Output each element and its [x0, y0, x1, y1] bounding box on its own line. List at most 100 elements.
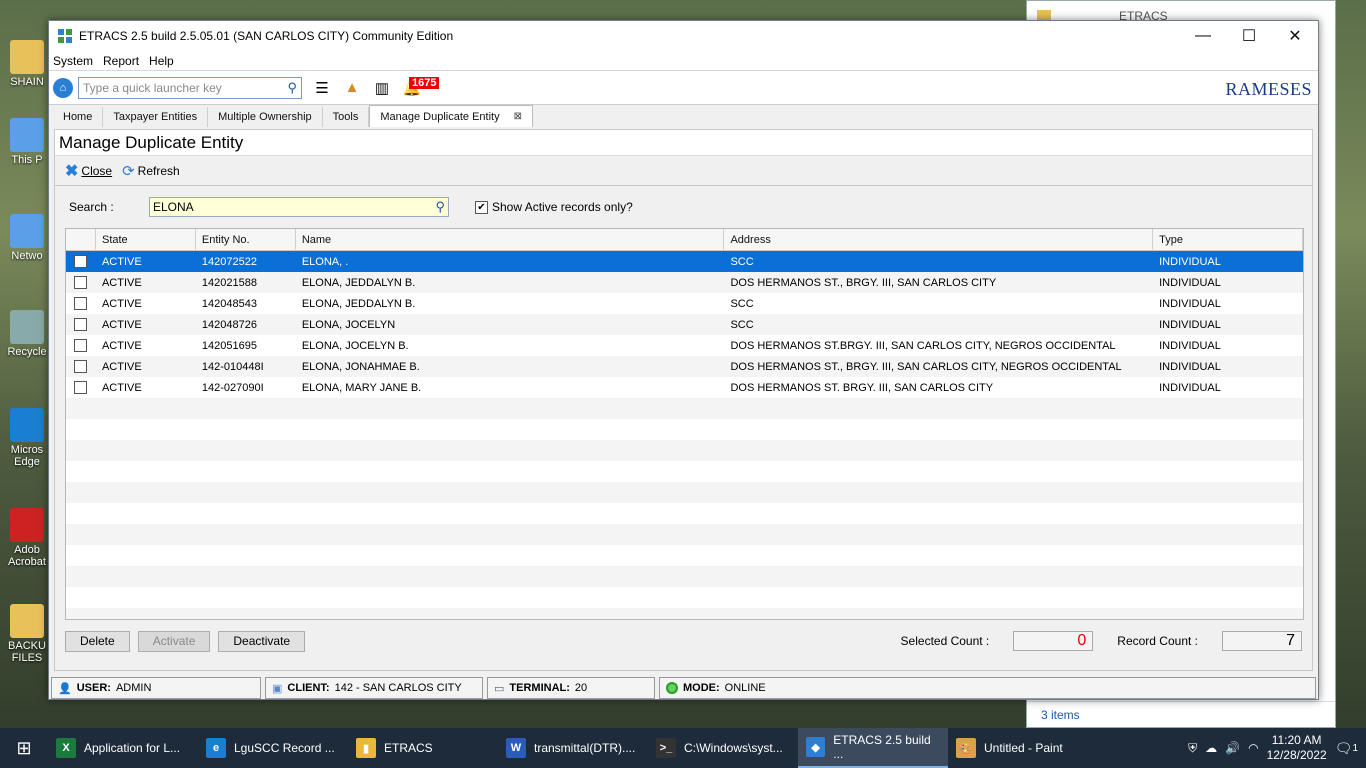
- notification-badge[interactable]: 1675: [409, 77, 440, 89]
- barcode-icon[interactable]: ▥: [372, 79, 392, 97]
- cell-state: ACTIVE: [101, 381, 142, 394]
- shield-icon[interactable]: ⛨: [1188, 741, 1197, 756]
- desktop-icon-label: Adob Acrobat: [8, 544, 46, 568]
- list-icon[interactable]: ☰: [312, 79, 332, 97]
- notification-center-count: 1: [1352, 742, 1358, 754]
- title-bar[interactable]: ETRACS 2.5 build 2.5.05.01 (SAN CARLOS C…: [49, 21, 1318, 51]
- row-select-checkbox[interactable]: [66, 255, 96, 268]
- desktop-icon[interactable]: SHAIN: [4, 40, 50, 88]
- cell-name: ELONA, JOCELYN B.: [301, 339, 409, 352]
- maximize-button[interactable]: ☐: [1226, 21, 1272, 51]
- taskbar: ⊞ X Application for L... e LguSCC Record ..…: [0, 728, 1366, 768]
- cell-type: INDIVIDUAL: [1159, 318, 1221, 331]
- entity-table: State Entity No. Name Address Type ACTIV…: [65, 228, 1304, 620]
- desktop-icon[interactable]: Recycle: [4, 310, 50, 358]
- delete-button[interactable]: Delete: [65, 630, 130, 652]
- empty-row: [66, 608, 1303, 619]
- clock[interactable]: 11:20 AM 12/28/2022: [1267, 733, 1327, 763]
- row-select-checkbox[interactable]: [66, 297, 96, 310]
- close-window-button[interactable]: ✕: [1272, 21, 1318, 51]
- search-input[interactable]: ELONA ⚲: [149, 197, 449, 217]
- taskbar-app[interactable]: ◆ ETRACS 2.5 build ...: [798, 728, 948, 768]
- status-mode: MODE: ONLINE: [659, 677, 1316, 699]
- taskbar-app[interactable]: 🎨 Untitled - Paint: [948, 728, 1098, 768]
- taskbar-app-icon: W: [506, 738, 526, 758]
- taskbar-app[interactable]: e LguSCC Record ...: [198, 728, 348, 768]
- header-address[interactable]: Address: [724, 229, 1154, 250]
- desktop-icon[interactable]: This P: [4, 118, 50, 166]
- row-select-checkbox[interactable]: [66, 318, 96, 331]
- close-button[interactable]: ✖ Close: [65, 161, 112, 181]
- deactivate-button[interactable]: Deactivate: [218, 630, 306, 652]
- search-icon[interactable]: ⚲: [435, 199, 445, 215]
- etracs-app-icon: [57, 28, 73, 44]
- taskbar-app[interactable]: X Application for L...: [48, 728, 198, 768]
- tab-home[interactable]: Home: [53, 107, 104, 127]
- table-row[interactable]: ACTIVE 142072522 ELONA, . SCC INDIVIDUAL: [66, 251, 1303, 272]
- cell-state: ACTIVE: [101, 255, 142, 268]
- header-name[interactable]: Name: [296, 229, 725, 250]
- table-row[interactable]: ACTIVE 142-027090I ELONA, MARY JANE B. DOS …: [66, 377, 1303, 398]
- cell-name: ELONA, .: [301, 255, 349, 268]
- row-select-checkbox[interactable]: [66, 381, 96, 394]
- refresh-button[interactable]: ⟳ Refresh: [122, 162, 180, 180]
- cell-address: SCC: [730, 318, 754, 331]
- cell-type: INDIVIDUAL: [1159, 360, 1221, 373]
- checkbox-checked-icon: ✔: [475, 200, 488, 214]
- menu-help[interactable]: Help: [149, 54, 174, 68]
- minimize-button[interactable]: —: [1180, 21, 1226, 51]
- row-select-checkbox[interactable]: [66, 276, 96, 289]
- cell-state: ACTIVE: [101, 297, 142, 310]
- cell-entity-no: 142051695: [201, 339, 257, 352]
- desktop-app-icon: [10, 118, 44, 152]
- table-row[interactable]: ACTIVE 142-010448I ELONA, JONAHMAE B. DOS H…: [66, 356, 1303, 377]
- table-row[interactable]: ACTIVE 142048543 ELONA, JEDDALYN B. SCC INDI…: [66, 293, 1303, 314]
- row-select-checkbox[interactable]: [66, 360, 96, 373]
- volume-icon[interactable]: 🔊: [1225, 741, 1240, 755]
- tab-tools[interactable]: Tools: [323, 107, 370, 127]
- quick-launcher-input[interactable]: Type a quick launcher key ⚲: [78, 76, 302, 99]
- cell-name: ELONA, JEDDALYN B.: [301, 297, 416, 310]
- cell-state: ACTIVE: [101, 339, 142, 352]
- page-title: Manage Duplicate Entity: [55, 130, 1312, 156]
- tab-taxpayer-entities[interactable]: Taxpayer Entities: [103, 107, 209, 127]
- header-entity-no[interactable]: Entity No.: [196, 229, 296, 250]
- wifi-icon[interactable]: ◠: [1248, 741, 1258, 755]
- activate-button[interactable]: Activate: [137, 630, 211, 652]
- table-row[interactable]: ACTIVE 142021588 ELONA, JEDDALYN B. DOS HER…: [66, 272, 1303, 293]
- windows-start-icon[interactable]: ⊞: [0, 728, 48, 768]
- cloud-icon[interactable]: ☁: [1205, 741, 1217, 755]
- desktop-icon[interactable]: Micros Edge: [4, 408, 50, 468]
- table-row[interactable]: ACTIVE 142048726 ELONA, JOCELYN SCC INDIVIDU…: [66, 314, 1303, 335]
- tab-manage-duplicate-entity[interactable]: Manage Duplicate Entity ⊠: [369, 105, 533, 127]
- desktop-icon[interactable]: Netwo: [4, 214, 50, 262]
- desktop-icon[interactable]: Adob Acrobat: [4, 508, 50, 568]
- taskbar-app[interactable]: >_ C:\Windows\syst...: [648, 728, 798, 768]
- action-bar: ✖ Close ⟳ Refresh: [55, 156, 1312, 186]
- table-row[interactable]: ACTIVE 142051695 ELONA, JOCELYN B. DOS HERM…: [66, 335, 1303, 356]
- taskbar-app[interactable]: Wtransmittal(DTR)....: [498, 728, 648, 768]
- home-icon[interactable]: ⌂: [53, 77, 73, 98]
- tab-strip: Home Taxpayer Entities Multiple Ownershi…: [49, 105, 1318, 127]
- search-icon[interactable]: ⚲: [287, 80, 297, 96]
- empty-row: [66, 461, 1303, 482]
- desktop-app-icon: [10, 214, 44, 248]
- empty-row: [66, 440, 1303, 461]
- taskbar-app-label: ETRACS: [384, 741, 433, 755]
- show-active-checkbox[interactable]: ✔ Show Active records only?: [475, 200, 633, 214]
- tab-multiple-ownership[interactable]: Multiple Ownership: [208, 107, 323, 127]
- bg-window-status: 3 items: [1041, 707, 1080, 722]
- notification-center-icon[interactable]: 🗨: [1335, 740, 1353, 757]
- header-type[interactable]: Type: [1153, 229, 1303, 250]
- cell-entity-no: 142048543: [201, 297, 257, 310]
- taskbar-app[interactable]: ▮ ETRACS: [348, 728, 498, 768]
- menu-system[interactable]: System: [53, 54, 93, 68]
- menu-report[interactable]: Report: [103, 54, 139, 68]
- header-state[interactable]: State: [96, 229, 196, 250]
- users-icon[interactable]: ▲: [342, 79, 362, 97]
- desktop-app-icon: [10, 40, 44, 74]
- row-select-checkbox[interactable]: [66, 339, 96, 352]
- desktop-icon-label: Netwo: [11, 250, 43, 262]
- close-tab-icon[interactable]: ⊠: [514, 111, 522, 122]
- desktop-icon[interactable]: BACKU FILES: [4, 604, 50, 664]
